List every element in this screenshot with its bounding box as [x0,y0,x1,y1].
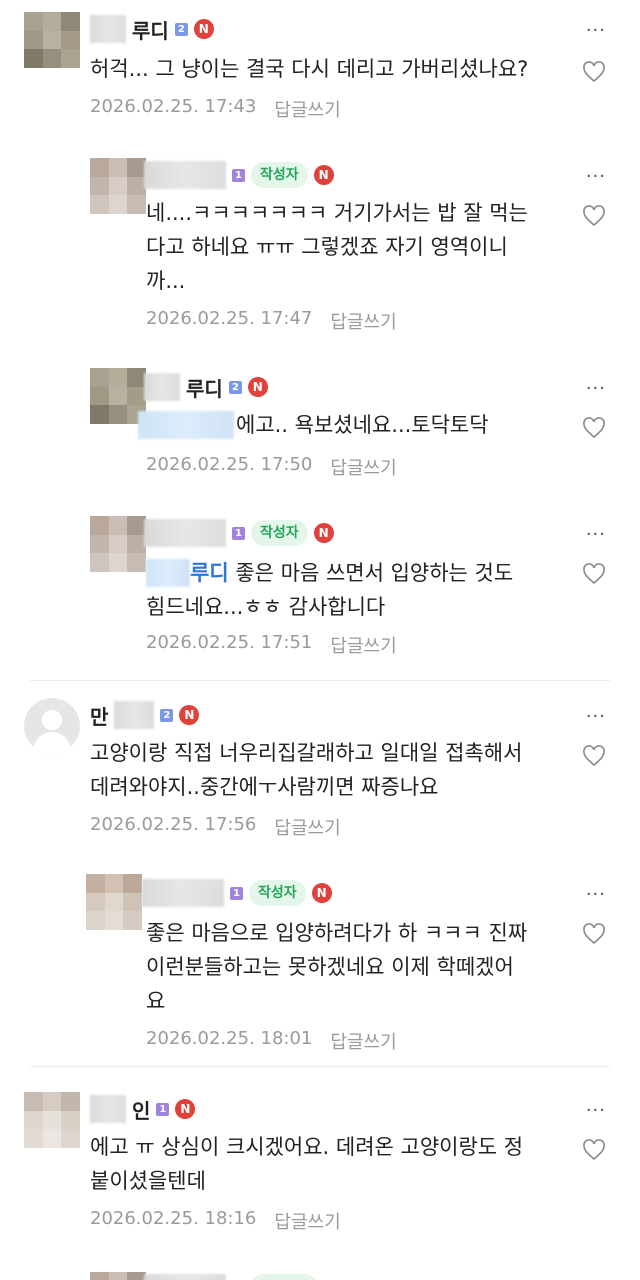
new-badge: N [313,523,334,543]
comment-item-partial [0,1268,640,1280]
comment-time: 2026.02.25. 18:16 [90,1208,257,1229]
default-avatar-icon[interactable] [24,698,80,754]
author-badge: 작성자 [251,162,308,188]
like-heart-icon[interactable] [582,416,606,440]
level-badge: 2 [174,22,188,36]
nickname-blur [114,701,155,729]
reply-button[interactable]: 답글쓰기 [274,96,340,122]
nickname[interactable]: 만 [90,701,108,730]
like-heart-icon[interactable] [582,922,606,946]
reply-button[interactable]: 답글쓰기 [330,454,396,480]
avatar[interactable] [90,1272,146,1280]
comment-text: 루디 좋은 마음 쓰면서 입양하는 것도 힘드네요...ㅎㅎ 감사합니다 [146,556,513,624]
nickname-blur [90,15,126,43]
more-options-icon[interactable]: ··· [586,706,606,727]
new-badge: N [175,1099,196,1119]
comment-text: 에고 ㅠ 상심이 크시겠어요. 데려온 고양이랑도 정 붙이셨을텐데 [90,1135,524,1193]
author-badge-partial [250,1274,318,1280]
comment-text: 고양이랑 직접 너우리집갈래하고 일대일 접촉해서 데려와야지..중간에ㅜ사람끼… [90,741,523,799]
comment-text: 에고.. 욕보셨네요...토닥토닥 [138,408,489,442]
level-badge: 1 [232,526,245,540]
nickname[interactable]: 인 [132,1095,150,1124]
more-options-icon[interactable]: ··· [586,524,606,545]
more-options-icon[interactable]: ··· [586,378,606,399]
nickname-blur [142,879,224,907]
avatar[interactable] [24,12,80,68]
comment-text: 좋은 마음으로 입양하려다가 하 ㅋㅋㅋ 진짜 이런분들하고는 못하겠네요 이제… [146,921,528,1013]
comment-time: 2026.02.25. 17:56 [90,814,257,835]
divider [30,680,610,681]
nickname-blur [144,161,226,189]
new-badge: N [247,377,268,397]
level-badge: 1 [156,1102,170,1116]
new-badge: N [179,705,200,725]
more-options-icon[interactable]: ··· [586,884,606,905]
avatar[interactable] [24,1092,80,1148]
comment-text: 네....ㅋㅋㅋㅋㅋㅋㅋ 거기가서는 밥 잘 먹는 다고 하네요 ㅠㅠ 그렇겠죠… [146,201,528,293]
avatar[interactable] [90,516,146,572]
avatar[interactable] [90,158,146,214]
mention-blur [138,411,234,439]
nickname[interactable]: 루디 [186,373,223,402]
more-options-icon[interactable]: ··· [586,1100,606,1121]
more-options-icon[interactable]: ··· [586,166,606,187]
reply-button[interactable]: 답글쓰기 [330,632,396,658]
nickname-blur [90,1095,126,1123]
reply-button[interactable]: 답글쓰기 [330,1028,396,1054]
more-options-icon[interactable]: ··· [586,20,606,41]
reply-button[interactable]: 답글쓰기 [274,1208,340,1234]
reply-button[interactable]: 답글쓰기 [330,308,396,334]
level-badge: 2 [160,708,174,722]
author-badge: 작성자 [251,520,308,546]
new-badge: N [311,883,332,903]
level-badge: 2 [228,380,242,394]
nickname-blur [144,519,226,547]
comment-time: 2026.02.25. 17:47 [146,308,313,329]
level-badge: 1 [232,168,245,182]
comment-time: 2026.02.25. 17:51 [146,632,313,653]
comment-time: 2026.02.25. 18:01 [146,1028,313,1049]
like-heart-icon[interactable] [582,744,606,768]
author-badge: 작성자 [249,880,306,906]
nickname[interactable]: 루디 [132,15,169,44]
comment-text: 허걱... 그 냥이는 결국 다시 데리고 가버리셨나요? [90,57,529,81]
like-heart-icon[interactable] [582,204,606,228]
level-badge: 1 [230,886,243,900]
avatar[interactable] [86,874,142,930]
nickname-blur [144,373,180,401]
divider [30,1066,610,1067]
reply-button[interactable]: 답글쓰기 [274,814,340,840]
new-badge: N [313,165,334,185]
like-heart-icon[interactable] [582,60,606,84]
new-badge: N [193,19,214,39]
like-heart-icon[interactable] [582,562,606,586]
comment-time: 2026.02.25. 17:50 [146,454,313,475]
mention-link[interactable]: 루디 [190,556,229,590]
like-heart-icon[interactable] [582,1138,606,1162]
mention-blur [146,559,190,587]
nickname-blur [144,1274,226,1280]
comment-time: 2026.02.25. 17:43 [90,96,257,117]
